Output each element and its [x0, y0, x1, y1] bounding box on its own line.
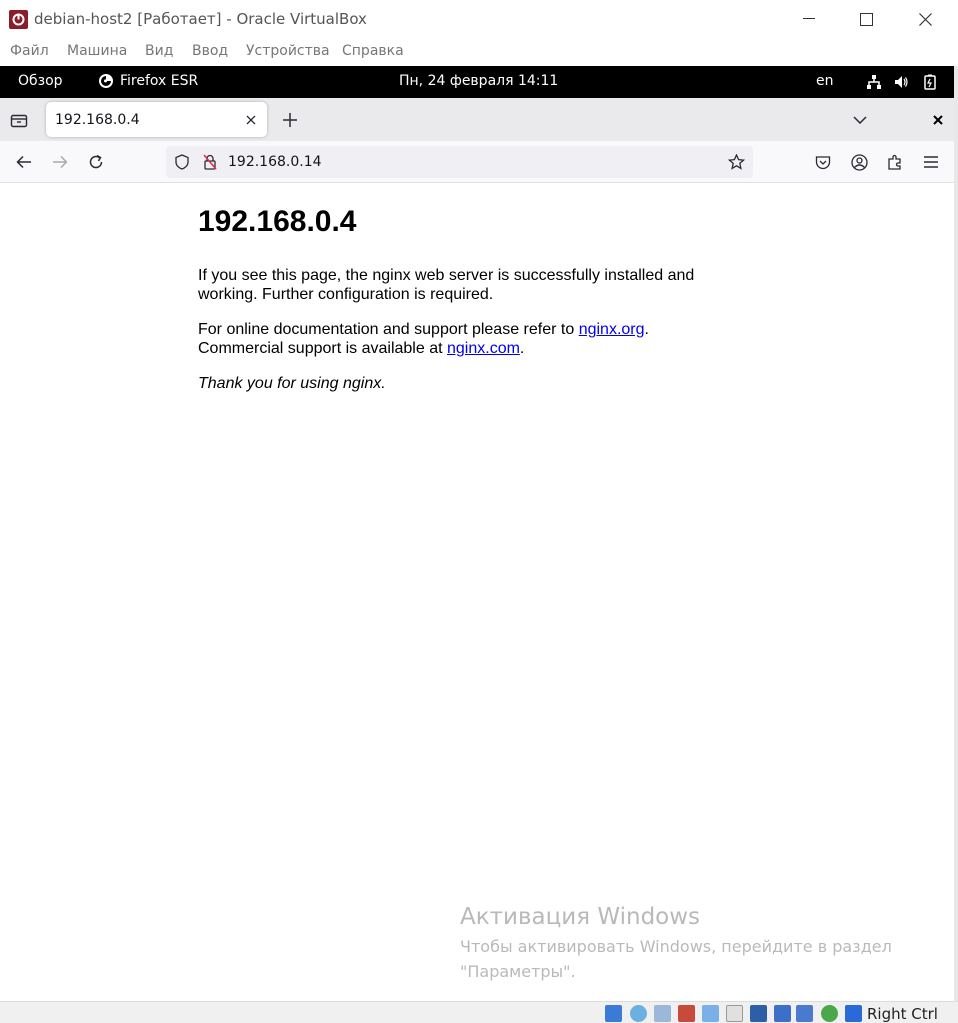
tracking-protection-shield-icon[interactable]	[174, 154, 190, 170]
support-text: Commercial support is available at	[198, 340, 447, 357]
navigation-toolbar: 192.168.0.14	[0, 141, 954, 183]
volume-icon[interactable]	[893, 74, 909, 94]
app-name: Firefox ESR	[120, 73, 199, 89]
page-heading: 192.168.0.4	[198, 205, 357, 238]
thanks-text: Thank you for using nginx.	[198, 375, 386, 392]
activation-subtitle-2: "Параметры".	[460, 962, 576, 981]
optical-drive-icon[interactable]	[630, 1005, 647, 1022]
virtualbox-icon	[9, 10, 28, 29]
keyboard-layout[interactable]: en	[816, 73, 834, 89]
intro-paragraph: If you see this page, the nginx web serv…	[198, 267, 695, 303]
extensions-puzzle-icon[interactable]	[885, 152, 905, 172]
close-window-button[interactable]	[910, 6, 940, 32]
list-tabs-chevron-down-icon[interactable]	[850, 110, 870, 130]
menu-machine[interactable]: Машина	[67, 43, 127, 59]
bookmark-star-icon[interactable]	[727, 153, 745, 171]
menu-devices[interactable]: Устройства	[246, 43, 330, 59]
vm-status-bar: Right Ctrl	[0, 1001, 958, 1023]
display-icon[interactable]	[750, 1005, 767, 1022]
vm-frame-border	[954, 66, 958, 1023]
windows-activation-watermark: Активация Windows Чтобы активировать Win…	[460, 903, 892, 984]
close-window-icon[interactable]	[928, 110, 948, 130]
new-tab-icon[interactable]	[280, 110, 300, 130]
address-bar[interactable]: 192.168.0.14	[166, 146, 753, 178]
nginx-org-link[interactable]: nginx.org	[579, 321, 645, 338]
menu-view[interactable]: Вид	[145, 43, 173, 59]
vm-menubar: Файл Машина Вид Ввод Устройства Справка	[0, 38, 958, 66]
audio-icon[interactable]	[654, 1005, 671, 1022]
tab-title: 192.168.0.4	[55, 112, 140, 128]
close-tab-icon[interactable]	[243, 112, 259, 128]
firefox-icon	[99, 74, 113, 88]
usb-icon[interactable]	[702, 1005, 719, 1022]
menu-input[interactable]: Ввод	[192, 43, 228, 59]
pocket-icon[interactable]	[813, 152, 833, 172]
tab-active[interactable]: 192.168.0.4	[46, 102, 267, 137]
back-arrow-icon[interactable]	[14, 152, 34, 172]
reload-icon[interactable]	[86, 152, 106, 172]
network-icon[interactable]	[866, 74, 882, 94]
tab-bar: 192.168.0.4	[0, 98, 954, 141]
gnome-top-bar: Обзор Firefox ESR Пн, 24 февраля 14:11 e…	[0, 66, 954, 98]
account-icon[interactable]	[849, 152, 869, 172]
docs-text-end: .	[644, 321, 649, 338]
docs-text: For online documentation and support ple…	[198, 321, 579, 338]
host-key-label[interactable]: Right Ctrl	[867, 1005, 938, 1023]
nginx-com-link[interactable]: nginx.com	[447, 340, 520, 357]
network-adapter-icon[interactable]	[678, 1005, 695, 1022]
window-title: debian-host2 [Работает] - Oracle Virtual…	[34, 10, 367, 28]
url-text[interactable]: 192.168.0.14	[228, 154, 322, 170]
activation-title: Активация Windows	[460, 904, 701, 930]
battery-icon[interactable]	[922, 74, 938, 94]
shared-folders-icon[interactable]	[726, 1005, 743, 1022]
hamburger-menu-icon[interactable]	[921, 152, 941, 172]
activities-button[interactable]: Обзор	[18, 73, 63, 89]
docs-paragraph: For online documentation and support ple…	[198, 320, 718, 358]
hard-disk-icon[interactable]	[605, 1005, 622, 1022]
recording-icon[interactable]	[774, 1005, 791, 1022]
minimize-button[interactable]	[794, 6, 824, 32]
insecure-lock-icon[interactable]	[202, 154, 218, 170]
menu-file[interactable]: Файл	[10, 43, 49, 59]
vt-x-icon[interactable]	[796, 1005, 813, 1022]
mouse-integration-arrow-icon[interactable]	[845, 1005, 862, 1022]
page-content: 192.168.0.4 If you see this page, the ng…	[0, 183, 954, 1001]
activation-subtitle-1: Чтобы активировать Windows, перейдите в …	[460, 937, 892, 956]
firefox-view-icon[interactable]	[8, 109, 30, 131]
nginx-welcome-page: 192.168.0.4 If you see this page, the ng…	[198, 205, 718, 409]
clock[interactable]: Пн, 24 февраля 14:11	[399, 73, 558, 89]
forward-arrow-icon[interactable]	[50, 152, 70, 172]
app-menu[interactable]: Firefox ESR	[98, 73, 198, 89]
menu-help[interactable]: Справка	[342, 43, 404, 59]
guest-additions-icon[interactable]	[821, 1005, 838, 1022]
maximize-button[interactable]	[851, 6, 881, 32]
support-text-end: .	[519, 340, 525, 357]
window-titlebar: debian-host2 [Работает] - Oracle Virtual…	[0, 0, 958, 38]
